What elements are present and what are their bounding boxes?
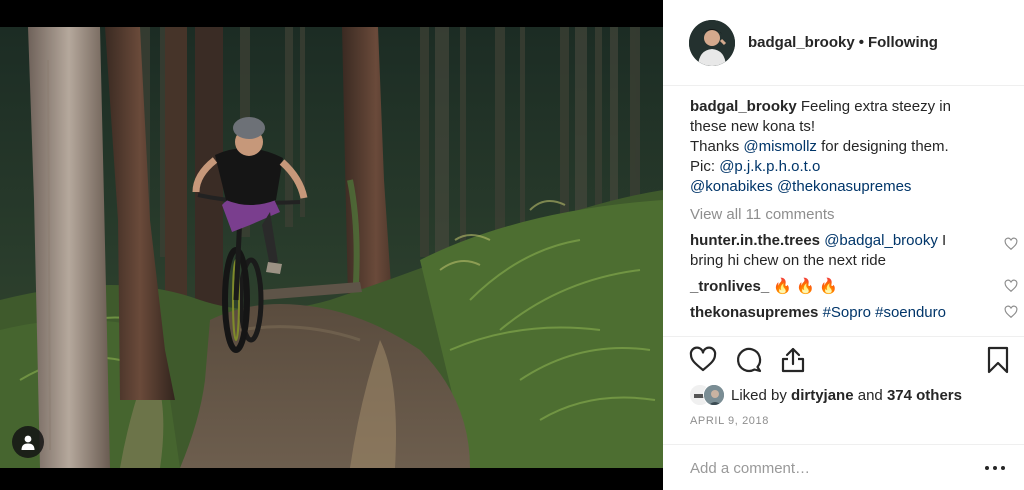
- author-avatar[interactable]: [689, 19, 735, 66]
- author-avatar-image: [689, 19, 735, 66]
- mention-pjkphoto[interactable]: @p.j.k.p.h.o.t.o: [719, 158, 820, 175]
- view-all-comments-link[interactable]: View all 11 comments: [690, 205, 1010, 225]
- person-icon: [21, 435, 35, 450]
- mention-mismollz[interactable]: @mismollz: [743, 138, 817, 155]
- caption-line-4-prefix: Pic:: [690, 158, 716, 175]
- post-date[interactable]: APRIL 9, 2018: [690, 415, 769, 427]
- bookmark-icon[interactable]: [984, 346, 1012, 374]
- comment-item: thekonasupremes #Sopro #soenduro: [690, 303, 1018, 323]
- comment-like-heart-icon[interactable]: [1004, 305, 1018, 319]
- likes-text: Liked by dirtyjane and 374 others: [731, 387, 962, 404]
- share-upload-icon[interactable]: [779, 346, 807, 374]
- liked-by-middle: and: [857, 386, 883, 404]
- comment-item: _tronlives_ 🔥 🔥 🔥: [690, 277, 1018, 297]
- mention-konabikes[interactable]: @konabikes: [690, 178, 773, 195]
- mention-thekonasupremes[interactable]: @thekonasupremes: [777, 178, 911, 195]
- caption-line-3-prefix: Thanks: [690, 138, 740, 155]
- comments-section: badgal_brooky Feeling extra steezy in th…: [690, 97, 1018, 323]
- liker-avatar[interactable]: [703, 384, 725, 406]
- comment-item: hunter.in.the.trees @badgal_brooky I bri…: [690, 231, 1018, 271]
- post-photo[interactable]: [0, 0, 663, 490]
- comment-username[interactable]: hunter.in.the.trees: [690, 232, 820, 249]
- liked-by-user[interactable]: dirtyjane: [791, 387, 854, 404]
- caption: badgal_brooky Feeling extra steezy in th…: [690, 97, 1010, 197]
- action-bar: [689, 346, 1009, 376]
- mountain-bike-forest-photo: [0, 0, 663, 490]
- comment-mention[interactable]: @badgal_brooky: [824, 232, 938, 249]
- dot: [985, 466, 989, 470]
- caption-username[interactable]: badgal_brooky: [690, 98, 797, 115]
- add-comment-input[interactable]: [690, 456, 970, 480]
- follow-status-button[interactable]: Following: [868, 34, 938, 51]
- comment-like-heart-icon[interactable]: [1004, 237, 1018, 251]
- dot: [1001, 466, 1005, 470]
- heart-outline-icon[interactable]: [689, 346, 717, 374]
- likes-row: Liked by dirtyjane and 374 others: [689, 384, 962, 406]
- speech-bubble-icon[interactable]: [735, 346, 763, 374]
- divider: [663, 336, 1024, 337]
- post-header: badgal_brooky • Following: [663, 0, 1024, 86]
- header-text: badgal_brooky • Following: [748, 34, 938, 51]
- post-side-panel: badgal_brooky • Following badgal_brooky Fe…: [663, 0, 1024, 490]
- comment-text: 🔥 🔥 🔥: [773, 278, 838, 295]
- dot: [993, 466, 997, 470]
- user-tags-button[interactable]: [12, 426, 44, 458]
- header-separator: •: [858, 34, 864, 51]
- caption-line-1: Feeling extra steezy in: [800, 98, 951, 115]
- liked-by-others[interactable]: 374 others: [887, 387, 962, 404]
- comment-hashtags[interactable]: #Sopro #soenduro: [823, 304, 946, 321]
- caption-line-3-suffix: for designing them.: [821, 138, 949, 155]
- liked-by-prefix: Liked by: [731, 386, 787, 404]
- comment-username[interactable]: thekonasupremes: [690, 304, 818, 321]
- divider: [663, 444, 1024, 445]
- more-options-icon[interactable]: [985, 459, 1005, 477]
- caption-line-2: these new kona ts!: [690, 118, 816, 135]
- comment-username[interactable]: _tronlives_: [690, 278, 769, 295]
- comment-like-heart-icon[interactable]: [1004, 279, 1018, 293]
- author-username[interactable]: badgal_brooky: [748, 34, 855, 51]
